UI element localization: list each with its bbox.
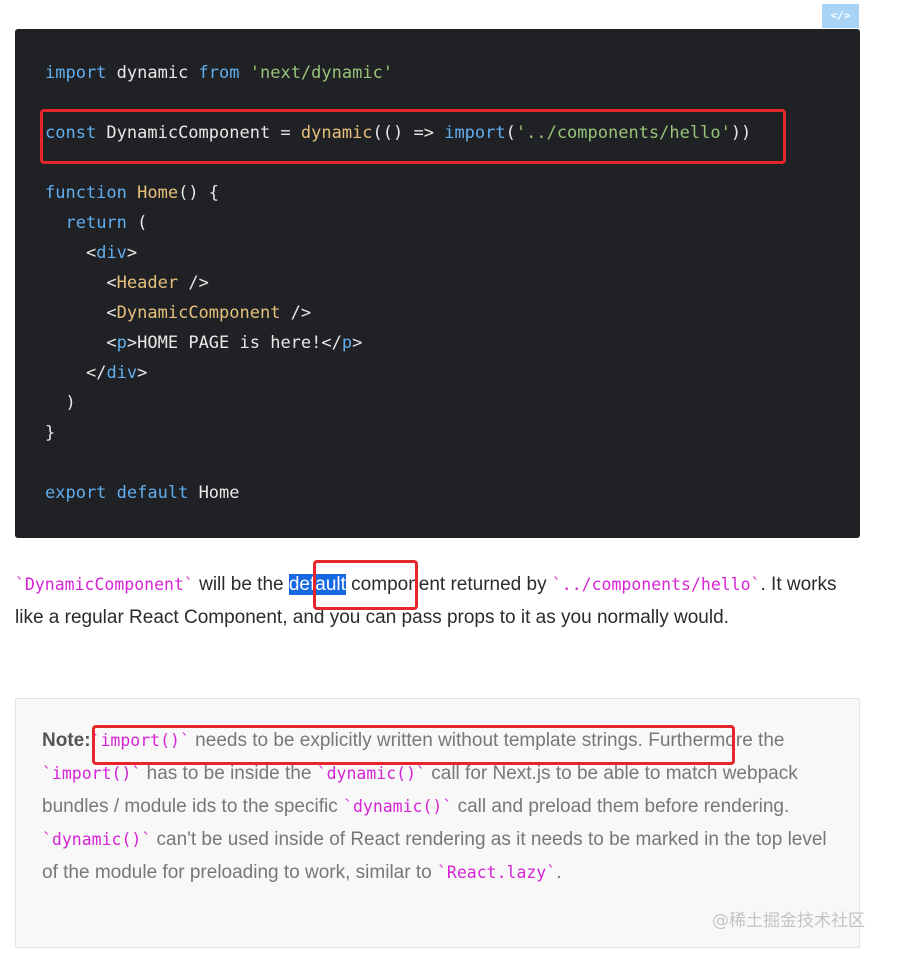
code-line: import dynamic from 'next/dynamic' — [45, 63, 394, 83]
code-line: </div> — [85, 363, 148, 383]
inline-code: `import()` — [42, 764, 142, 783]
code-block: import dynamic from 'next/dynamic' const… — [15, 29, 860, 538]
watermark: @稀土掘金技术社区 — [712, 911, 865, 931]
description-paragraph: `DynamicComponent` will be the default c… — [15, 574, 837, 628]
code-line: <div> — [85, 243, 138, 263]
code-line: function Home() { — [45, 183, 220, 203]
code-line: <p>HOME PAGE is here!</p> — [106, 333, 363, 353]
inline-code: `../components/hello` — [551, 575, 761, 594]
inline-code: `dynamic()` — [42, 830, 152, 849]
code-line: <DynamicComponent /> — [106, 303, 312, 323]
highlight-box-dynamic-line — [40, 109, 786, 164]
inline-code: `React.lazy` — [436, 863, 557, 882]
inline-code: `dynamic()` — [316, 764, 426, 783]
code-copy-badge[interactable]: </> — [822, 4, 859, 28]
code-line: <Header /> — [106, 273, 209, 293]
highlight-box-default — [313, 560, 418, 610]
code-line: } — [45, 423, 56, 443]
code-line: export default Home — [45, 483, 240, 503]
inline-code: `DynamicComponent` — [15, 575, 194, 594]
highlight-box-note — [92, 725, 735, 765]
code-line: ) — [65, 393, 76, 413]
note-label: Note: — [42, 730, 91, 751]
code-line: return ( — [65, 213, 148, 233]
inline-code: `dynamic()` — [343, 797, 453, 816]
